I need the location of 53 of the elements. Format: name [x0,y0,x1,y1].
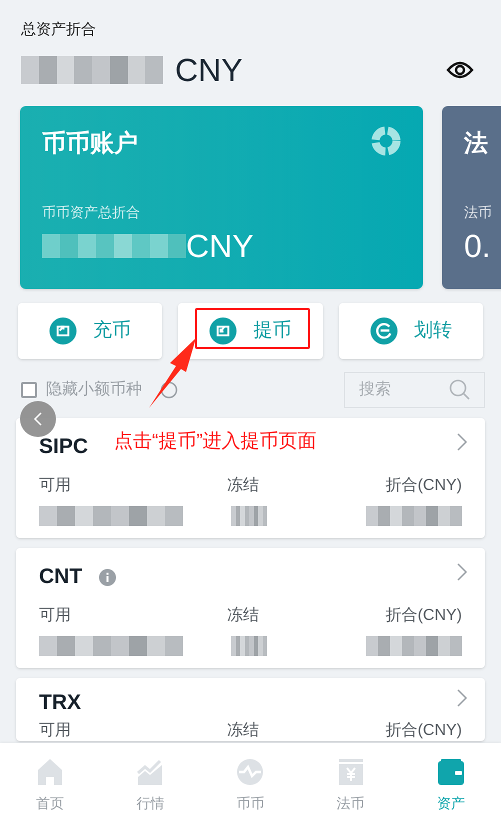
account-card[interactable]: 币币账户 币币资产总折合 CNY [20,106,423,289]
account-title: 法 [464,129,488,159]
checkbox[interactable] [21,382,37,398]
currency-label: CNY [175,51,243,90]
info-icon [99,568,116,586]
column-label: 可用 [39,476,72,496]
chevron-right-icon [456,562,468,582]
coin-icon [209,317,238,345]
column-label: 折合(CNY) [384,606,462,626]
spot-tab-icon [235,757,266,787]
tab-item[interactable]: 首页 [0,743,100,823]
coin-symbol: CNT [39,564,82,590]
blurred-value [231,506,267,526]
annotation-text: 点击“提币”进入提币页面 [114,430,317,454]
total-assets-label: 总资产折合 [21,20,97,40]
action-button[interactable]: 划转 [338,303,483,359]
action-button[interactable]: 提币 [178,303,323,359]
pie-chart-icon [371,126,401,156]
chevron-right-icon [456,688,468,708]
column-label: 折合(CNY) [384,476,462,496]
column-label: 冻结 [226,721,260,741]
chevron-left-icon [32,411,44,427]
hide-small-label: 隐藏小额币种 [46,380,142,400]
blurred-value [231,636,267,656]
column-label: 冻结 [226,476,260,496]
coin-card[interactable]: TRX 可用 冻结 折合(CNY) [16,678,485,741]
currency-label: CNY [186,227,254,266]
account-title: 币币账户 [42,129,138,159]
coin-icon [370,317,398,345]
column-label: 折合(CNY) [384,721,462,741]
coin-card[interactable]: CNT 可用 冻结 折合(CNY) [16,548,485,668]
action-button[interactable]: 充币 [18,303,162,359]
chevron-right-icon [456,432,468,452]
assets-tab-icon [436,757,466,787]
back-button[interactable] [20,401,56,437]
column-label: 可用 [39,606,72,626]
coin-symbol: TRX [39,690,81,716]
search-field[interactable]: 搜索 [344,372,485,408]
coin-icon [49,317,78,345]
coin-symbol: SIPC [39,434,88,460]
eye-icon[interactable] [446,60,474,80]
tab-item[interactable]: 行情 [100,743,200,823]
column-label: 冻结 [226,606,260,626]
account-card[interactable]: 法 法币 0. [442,106,501,289]
tab-item[interactable]: 资产 [400,743,501,823]
help-icon[interactable] [160,381,178,399]
account-subtitle: 法币 [464,203,493,222]
column-label: 可用 [39,721,72,741]
account-subtitle: 币币资产总折合 [42,203,141,222]
search-icon [449,379,471,401]
account-value: 0. [464,227,491,266]
tab-item[interactable]: 法币 [300,743,401,823]
tab-item[interactable]: 币币 [200,743,301,823]
